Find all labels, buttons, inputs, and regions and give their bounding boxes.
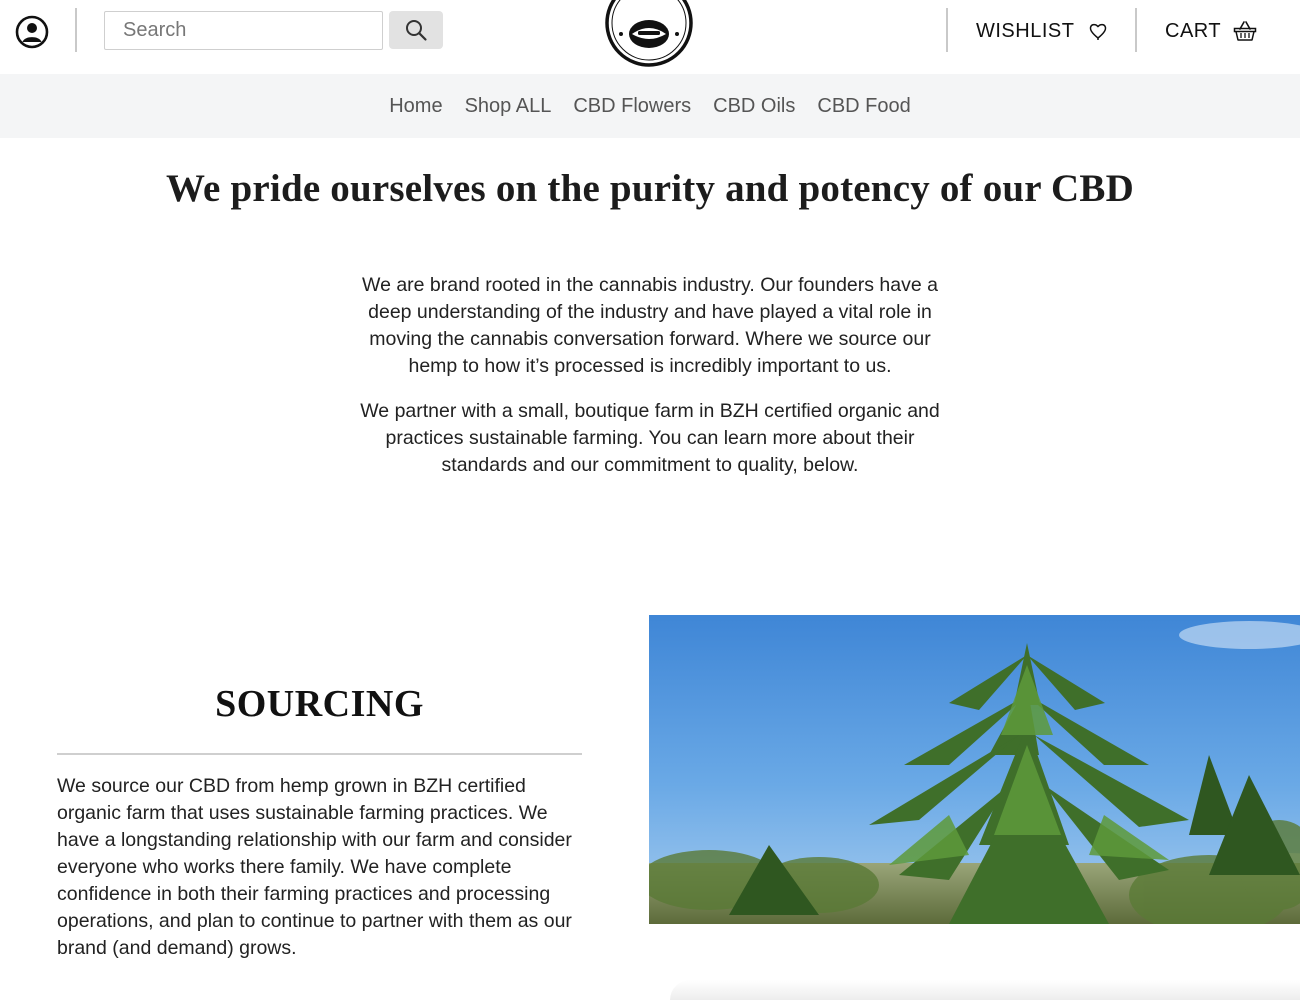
user-circle-icon [15, 15, 49, 49]
account-button[interactable] [14, 14, 50, 50]
intro-paragraph: We are brand rooted in the cannabis indu… [362, 274, 938, 377]
wishlist-label: WISHLIST [976, 19, 1075, 42]
decorative-shadow [670, 980, 1300, 1000]
nav-cbd-food[interactable]: CBD Food [817, 95, 910, 118]
search-button[interactable] [389, 11, 443, 49]
nav-cbd-flowers[interactable]: CBD Flowers [573, 95, 691, 118]
site-logo[interactable] [604, 0, 694, 68]
sourcing-heading: SOURCING [215, 683, 424, 725]
section-divider [57, 753, 582, 755]
header-divider [75, 8, 77, 52]
basket-icon [1233, 21, 1257, 41]
hemp-plant-image [649, 615, 1300, 924]
heart-icon [1090, 23, 1107, 40]
nav-home[interactable]: Home [389, 95, 442, 118]
main-nav: Home Shop ALL CBD Flowers CBD Oils CBD F… [0, 74, 1300, 138]
nav-cbd-oils[interactable]: CBD Oils [713, 95, 795, 118]
page-title: We pride ourselves on the purity and pot… [166, 167, 1134, 210]
nav-shop-all[interactable]: Shop ALL [465, 95, 552, 118]
intro-paragraph: We partner with a small, boutique farm i… [360, 400, 940, 476]
site-header: WISHLIST CART [0, 0, 1300, 74]
magnifier-icon [406, 20, 427, 41]
header-divider [946, 8, 948, 52]
wishlist-link[interactable]: WISHLIST [976, 16, 1108, 46]
sourcing-text: We source our CBD from hemp grown in BZH… [57, 775, 572, 959]
intro-text: We are brand rooted in the cannabis indu… [340, 272, 960, 479]
cart-link[interactable]: CART [1165, 16, 1257, 46]
cart-label: CART [1165, 19, 1222, 42]
search-input[interactable] [104, 11, 383, 50]
header-divider [1135, 8, 1137, 52]
